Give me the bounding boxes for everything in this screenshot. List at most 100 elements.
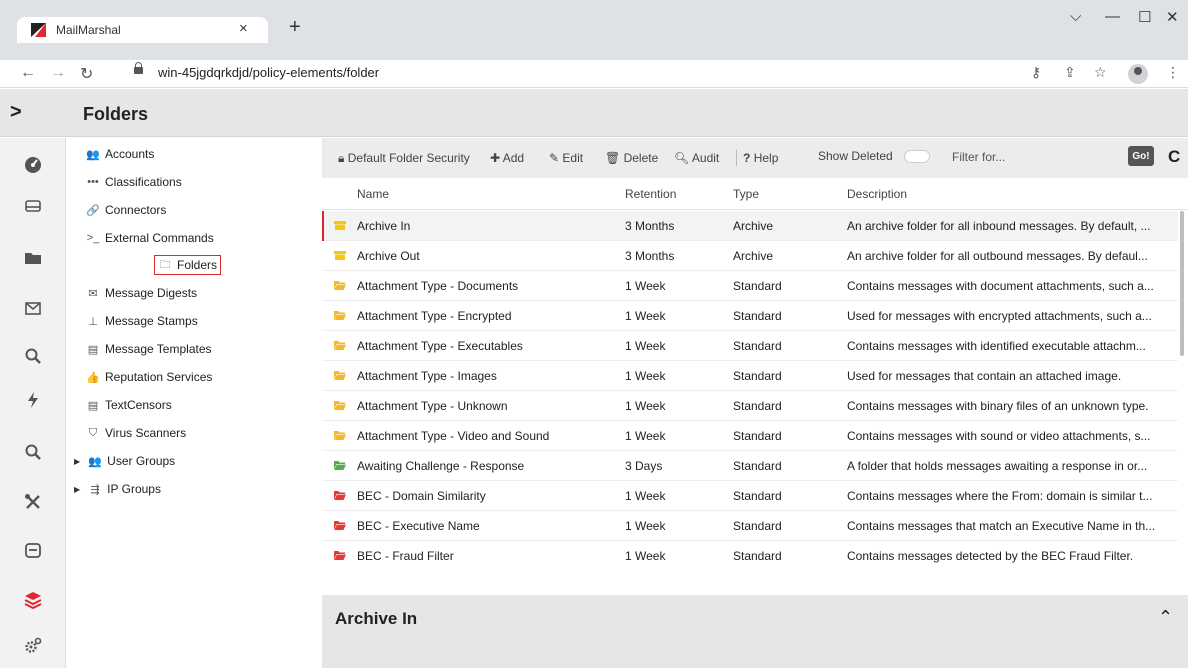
- layers-icon[interactable]: [0, 582, 66, 618]
- tree-item-accounts[interactable]: 👥 Accounts: [86, 144, 154, 164]
- edit-button[interactable]: ✎ Edit: [549, 151, 583, 165]
- forward-icon[interactable]: →: [50, 64, 66, 82]
- minimize-button[interactable]: —: [1105, 8, 1120, 25]
- lock-icon[interactable]: [134, 62, 143, 74]
- table-row[interactable]: BEC - Domain Similarity 1 Week Standard Con…: [322, 481, 1178, 511]
- collapse-chevron-icon[interactable]: ⌃: [1158, 607, 1173, 628]
- table-row[interactable]: Archive Out 3 Months Archive An archive fol…: [322, 241, 1178, 271]
- table-row[interactable]: BEC - Executive Name 1 Week Standard Contai…: [322, 511, 1178, 541]
- omnibox[interactable]: win-45jgdqrkdjd/policy-elements/folder: [120, 61, 1120, 86]
- cell-name: Attachment Type - Documents: [357, 279, 519, 293]
- table-row[interactable]: Attachment Type - Unknown 1 Week Standard C…: [322, 391, 1178, 421]
- folder-icon: [334, 521, 346, 530]
- expand-menu-icon[interactable]: >: [10, 101, 22, 124]
- folder-icon: [334, 491, 346, 500]
- dashboard-icon[interactable]: [0, 146, 66, 182]
- cell-retention: 1 Week: [625, 369, 666, 383]
- search-icon[interactable]: [0, 434, 66, 470]
- tree-item-message-stamps[interactable]: ⊥ Message Stamps: [86, 311, 198, 331]
- cell-description: Used for messages with encrypted attachm…: [847, 309, 1152, 323]
- tree-item-folders[interactable]: 🗀 Folders: [154, 255, 222, 275]
- tree-item-textcensors[interactable]: ▤ TextCensors: [86, 395, 172, 415]
- archive-box-icon: [334, 251, 346, 260]
- tree-item-message-digests[interactable]: ✉ Message Digests: [86, 283, 197, 303]
- delete-button[interactable]: 🗑︎ Delete: [605, 151, 658, 165]
- column-header-type[interactable]: Type: [733, 187, 759, 201]
- default-folder-security-button[interactable]: 🔒︎ Default Folder Security: [338, 151, 470, 166]
- column-header-description[interactable]: Description: [847, 187, 907, 201]
- star-icon[interactable]: ☆: [1094, 64, 1107, 81]
- toolbar: 🔒︎ Default Folder Security ✚ Add ✎ Edit …: [322, 138, 1188, 178]
- cell-name: Attachment Type - Unknown: [357, 399, 508, 413]
- browser-tab[interactable]: MailMarshal ×: [17, 17, 268, 43]
- tree-item-ip-groups[interactable]: ▶ ⇶ IP Groups: [74, 479, 161, 499]
- tree-item-message-templates[interactable]: ▤ Message Templates: [86, 339, 212, 359]
- reload-icon[interactable]: ↻: [80, 64, 93, 84]
- cell-retention: 1 Week: [625, 519, 666, 533]
- folder-icon: [334, 431, 346, 440]
- share-icon[interactable]: ⇪: [1064, 64, 1076, 81]
- pencil-icon: ✎: [549, 151, 560, 165]
- table-row[interactable]: Attachment Type - Documents 1 Week Standar…: [322, 271, 1178, 301]
- new-tab-button[interactable]: +: [289, 16, 301, 39]
- tab-search-icon[interactable]: ⌵: [1070, 8, 1081, 25]
- cell-description: An archive folder for all outbound messa…: [847, 249, 1148, 263]
- back-icon[interactable]: ←: [20, 64, 36, 82]
- maximize-button[interactable]: ☐: [1138, 8, 1151, 26]
- expand-caret-icon[interactable]: ▶: [74, 457, 80, 466]
- folder-icon: [334, 311, 346, 320]
- tools-icon[interactable]: [0, 484, 66, 520]
- tree-item-reputation-services[interactable]: 👍 Reputation Services: [86, 367, 212, 387]
- tree-item-label: Accounts: [105, 147, 155, 161]
- plus-icon: ✚: [490, 151, 501, 165]
- audit-button[interactable]: 🔍︎ Audit: [674, 151, 719, 165]
- cell-type: Standard: [733, 429, 782, 443]
- tree-item-label: Folders: [177, 258, 218, 272]
- mailmarshal-logo-icon: [31, 23, 46, 37]
- search-icon[interactable]: [0, 338, 66, 374]
- tree-item-virus-scanners[interactable]: ⛉ Virus Scanners: [86, 423, 186, 443]
- tree-item-classifications[interactable]: ••• Classifications: [86, 172, 181, 192]
- question-icon: ?: [743, 151, 751, 165]
- app-header: > Folders: [0, 89, 1188, 137]
- folder-icon[interactable]: [0, 240, 66, 276]
- tree-item-user-groups[interactable]: ▶ 👥 User Groups: [74, 451, 175, 471]
- tree-item-external-commands[interactable]: >_ External Commands: [86, 228, 214, 248]
- help-button[interactable]: ? Help: [743, 151, 778, 165]
- table-row[interactable]: Attachment Type - Executables 1 Week Stand…: [322, 331, 1178, 361]
- tab-close-icon[interactable]: ×: [239, 20, 248, 37]
- table-row[interactable]: Attachment Type - Video and Sound 1 Week S…: [322, 421, 1178, 451]
- toolbar-divider: [736, 150, 737, 166]
- table-row[interactable]: Attachment Type - Encrypted 1 Week Standar…: [322, 301, 1178, 331]
- folder-icon: [334, 401, 346, 410]
- url-text[interactable]: win-45jgdqrkdjd/policy-elements/folder: [158, 65, 379, 80]
- scrollbar[interactable]: [1180, 211, 1184, 356]
- lightning-icon[interactable]: [0, 382, 66, 418]
- close-window-button[interactable]: ✕: [1166, 8, 1179, 26]
- mail-queue-icon[interactable]: [0, 532, 66, 568]
- add-button[interactable]: ✚ Add: [490, 151, 524, 165]
- folder-icon: [334, 341, 346, 350]
- table-row[interactable]: Attachment Type - Images 1 Week Standard Us…: [322, 361, 1178, 391]
- go-button[interactable]: Go!: [1128, 146, 1154, 166]
- cell-retention: 1 Week: [625, 339, 666, 353]
- cell-name: BEC - Executive Name: [357, 519, 480, 533]
- column-header-retention[interactable]: Retention: [625, 187, 676, 201]
- table-row[interactable]: BEC - Fraud Filter 1 Week Standard Contains…: [322, 541, 1178, 566]
- refresh-icon[interactable]: C: [1168, 147, 1180, 167]
- table-row[interactable]: Awaiting Challenge - Response 3 Days Stand…: [322, 451, 1178, 481]
- search-icon: 🔍︎: [674, 151, 690, 165]
- filter-input[interactable]: [948, 146, 1123, 168]
- profile-icon[interactable]: [1128, 64, 1148, 84]
- settings-icon[interactable]: [0, 628, 66, 664]
- tree-item-connectors[interactable]: 🔗 Connectors: [86, 200, 166, 220]
- mail-icon[interactable]: [0, 290, 66, 326]
- key-icon[interactable]: ⚷: [1031, 64, 1041, 81]
- expand-caret-icon[interactable]: ▶: [74, 485, 80, 494]
- column-header-name[interactable]: Name: [357, 187, 389, 201]
- show-deleted-toggle[interactable]: [904, 150, 930, 163]
- document-icon: ▤: [87, 399, 99, 412]
- table-row[interactable]: Archive In 3 Months Archive An archive fold…: [322, 211, 1178, 241]
- menu-icon[interactable]: ⋮: [1166, 64, 1180, 81]
- inbox-icon[interactable]: [0, 188, 66, 224]
